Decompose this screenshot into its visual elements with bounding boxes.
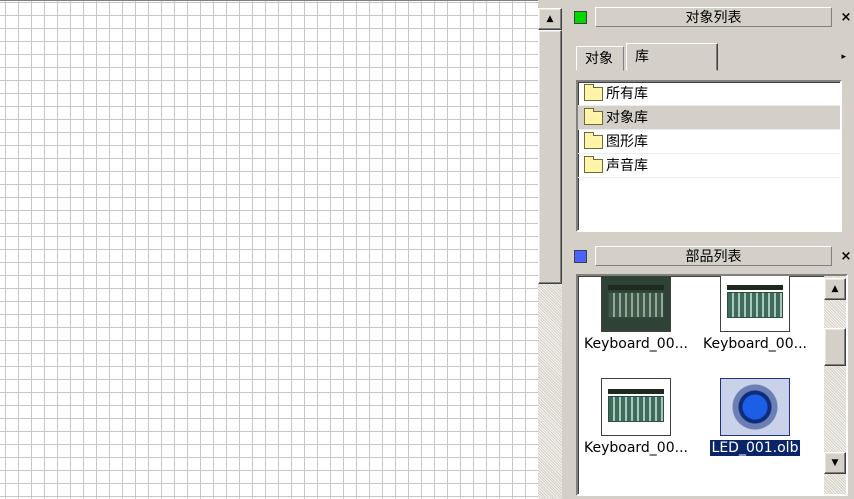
object-list-title-bar: 对象列表 ×	[570, 5, 854, 29]
keyboard-thumbnail-icon	[601, 378, 671, 436]
object-list-close-button[interactable]: ×	[838, 10, 854, 25]
tab-library[interactable]: 库	[626, 43, 718, 71]
right-panel: 对象列表 × 对象 库 ▸ 所有库 对象库 图形库 声音库 部品列表 × Key…	[564, 0, 854, 499]
folder-icon	[584, 83, 603, 101]
part-item[interactable]: Keyboard_00...	[581, 276, 691, 352]
part-item[interactable]: Keyboard_00...	[581, 378, 691, 456]
keyboard-thumbnail-icon	[720, 276, 790, 332]
library-list: 所有库 对象库 图形库 声音库	[576, 80, 842, 232]
led-thumbnail-icon	[720, 378, 790, 436]
tab-objects[interactable]: 对象	[576, 46, 624, 71]
parts-scroll-up-button[interactable]: ▲	[824, 278, 846, 300]
parts-list-swatch-icon	[574, 249, 587, 263]
scroll-down-arrow-icon: ▼	[831, 457, 839, 468]
scroll-thumb[interactable]	[538, 30, 562, 284]
object-list-swatch-icon	[574, 10, 587, 24]
parts-list-close-button[interactable]: ×	[838, 249, 854, 264]
parts-list: Keyboard_00... Keyboard_00... Keyboard_0…	[576, 274, 848, 496]
list-item-label: 对象库	[606, 109, 648, 126]
part-label: Keyboard_00...	[584, 336, 688, 352]
part-label: Keyboard_00...	[584, 440, 688, 456]
canvas-vertical-scrollbar[interactable]: ▲	[538, 8, 562, 499]
part-label: LED_001.olb	[708, 439, 802, 457]
scroll-up-arrow-icon: ▲	[546, 13, 554, 24]
parts-scroll-down-button[interactable]: ▼	[824, 452, 846, 474]
folder-icon	[584, 155, 603, 173]
list-item-sound-library[interactable]: 声音库	[578, 154, 840, 178]
object-list-title: 对象列表	[595, 7, 832, 27]
parts-list-title-bar: 部品列表 ×	[570, 244, 854, 268]
part-item[interactable]: Keyboard_00...	[700, 276, 810, 352]
folder-icon	[584, 131, 603, 149]
part-item-selected[interactable]: LED_001.olb	[700, 378, 810, 457]
parts-scroll-thumb[interactable]	[824, 328, 846, 366]
list-item-label: 图形库	[606, 133, 648, 150]
list-item-object-library[interactable]: 对象库	[578, 106, 840, 130]
list-item-label: 声音库	[606, 157, 648, 174]
library-tabs: 对象 库 ▸	[576, 43, 848, 72]
parts-vertical-scrollbar[interactable]: ▲ ▼	[824, 276, 846, 494]
drawing-canvas-grid[interactable]	[0, 0, 538, 499]
keyboard-thumbnail-icon	[601, 276, 671, 332]
parts-list-title: 部品列表	[595, 246, 832, 266]
scroll-up-button[interactable]: ▲	[538, 8, 562, 30]
part-label: Keyboard_00...	[703, 336, 807, 352]
tab-scroll-right-icon[interactable]: ▸	[841, 52, 846, 62]
folder-icon	[584, 107, 603, 125]
list-item-all-libraries[interactable]: 所有库	[578, 82, 840, 106]
list-item-graphics-library[interactable]: 图形库	[578, 130, 840, 154]
list-item-label: 所有库	[606, 85, 648, 102]
scroll-up-arrow-icon: ▲	[831, 283, 839, 294]
